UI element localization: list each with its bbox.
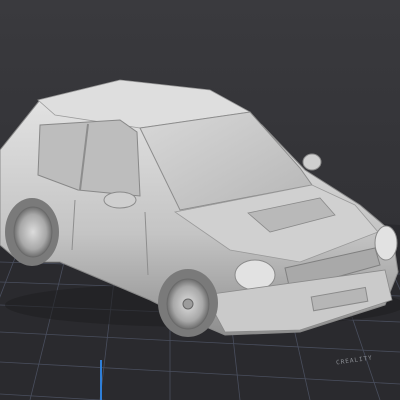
rear-wheel-icon — [5, 198, 59, 266]
car-model-icon[interactable] — [0, 79, 400, 337]
side-mirror-icon — [103, 191, 137, 209]
3d-viewport[interactable]: CREALITY — [0, 0, 400, 400]
scene-svg — [0, 79, 400, 400]
front-wheel-icon — [158, 269, 218, 337]
